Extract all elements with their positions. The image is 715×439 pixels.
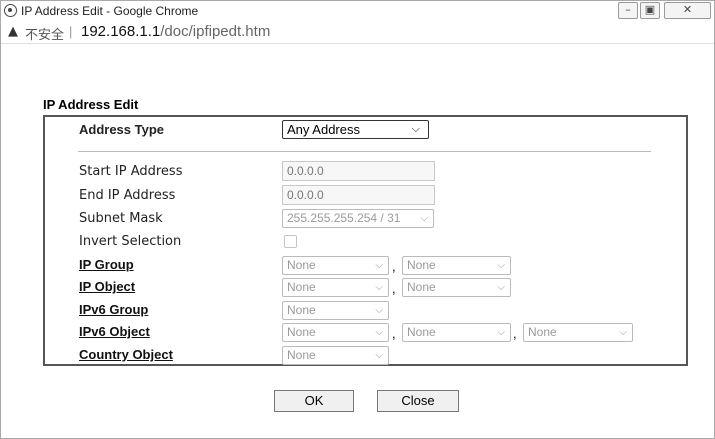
country-object-select[interactable]: None ⌵ <box>282 346 389 365</box>
start-ip-input[interactable]: 0.0.0.0 <box>282 161 435 181</box>
chevron-down-icon: ⌵ <box>420 213 428 224</box>
ip-object-select-2[interactable]: None ⌵ <box>402 278 511 297</box>
chevron-down-icon: ⌵ <box>375 305 383 316</box>
subnet-mask-select[interactable]: 255.255.255.254 / 31 ⌵ <box>282 209 434 228</box>
maximize-icon: ▣ <box>644 3 656 16</box>
ipv6-group-value: None <box>287 303 316 317</box>
chevron-down-icon: ⌵ <box>497 327 505 338</box>
ipv6-object-select-2[interactable]: None ⌵ <box>402 323 511 342</box>
chevron-down-icon: ⌵ <box>375 282 383 293</box>
close-window-button[interactable]: ✕ <box>664 2 711 19</box>
invert-selection-label: Invert Selection <box>79 234 182 249</box>
divider <box>78 151 651 152</box>
minimize-icon: – <box>625 3 631 16</box>
ok-button[interactable]: OK <box>274 390 354 412</box>
ip-object-value-1: None <box>287 280 316 294</box>
chevron-down-icon: ⌵ <box>497 282 505 293</box>
ip-object-value-2: None <box>407 280 436 294</box>
invert-selection-checkbox[interactable] <box>284 235 297 248</box>
country-object-value: None <box>287 348 316 362</box>
subnet-mask-value: 255.255.255.254 / 31 <box>287 211 401 225</box>
chevron-down-icon: ⌵ <box>497 260 505 271</box>
maximize-button[interactable]: ▣ <box>640 2 660 19</box>
ipv6-object-select-3[interactable]: None ⌵ <box>523 323 633 342</box>
ipv6-object-select-1[interactable]: None ⌵ <box>282 323 389 342</box>
url-text[interactable]: 192.168.1.1/doc/ipfipedt.htm <box>81 23 270 40</box>
browser-popup-window: IP Address Edit - Google Chrome – ▣ ✕ ▲ … <box>0 0 715 439</box>
url-path: /doc/ipfipedt.htm <box>160 23 271 40</box>
close-icon: ✕ <box>682 3 693 16</box>
ipv6-object-value-3: None <box>528 325 557 339</box>
address-bar: ▲ 不安全 | 192.168.1.1/doc/ipfipedt.htm <box>1 21 714 44</box>
ipv6-object-value-1: None <box>287 325 316 339</box>
chevron-down-icon: ⌵ <box>375 350 383 361</box>
minimize-button[interactable]: – <box>618 2 638 19</box>
separator: , <box>392 326 396 341</box>
chevron-down-icon: ⌵ <box>619 327 627 338</box>
warning-triangle-icon: ▲ <box>8 24 18 39</box>
ipv6-group-link[interactable]: IPv6 Group <box>79 302 148 317</box>
address-type-value: Any Address <box>287 122 360 137</box>
ip-object-select-1[interactable]: None ⌵ <box>282 278 389 297</box>
end-ip-label: End IP Address <box>79 188 176 203</box>
ipv6-object-link[interactable]: IPv6 Object <box>79 324 150 339</box>
country-object-link[interactable]: Country Object <box>79 347 173 362</box>
ip-group-value-1: None <box>287 258 316 272</box>
start-ip-label: Start IP Address <box>79 164 183 179</box>
section-title: IP Address Edit <box>43 97 139 112</box>
end-ip-input[interactable]: 0.0.0.0 <box>282 185 435 205</box>
ip-object-link[interactable]: IP Object <box>79 279 135 294</box>
ip-group-select-2[interactable]: None ⌵ <box>402 256 511 275</box>
subnet-mask-label: Subnet Mask <box>79 211 163 226</box>
chevron-down-icon: ⌵ <box>375 260 383 271</box>
title-bar: IP Address Edit - Google Chrome – ▣ ✕ <box>1 1 714 21</box>
chevron-down-icon: ⌵ <box>375 327 383 338</box>
address-type-label: Address Type <box>79 122 165 137</box>
chrome-icon <box>4 4 17 17</box>
separator: , <box>392 281 396 296</box>
separator: , <box>513 326 517 341</box>
window-title: IP Address Edit - Google Chrome <box>21 4 199 18</box>
not-secure-label: 不安全 <box>25 28 65 43</box>
close-button[interactable]: Close <box>377 390 459 412</box>
url-host: 192.168.1.1 <box>81 23 161 40</box>
ipv6-object-value-2: None <box>407 325 436 339</box>
address-type-select[interactable]: Any Address ⌵ <box>282 120 429 139</box>
chevron-down-icon: ⌵ <box>411 123 420 135</box>
address-divider: | <box>69 24 73 39</box>
ip-group-link[interactable]: IP Group <box>79 257 134 272</box>
ipv6-group-select[interactable]: None ⌵ <box>282 301 389 320</box>
ip-group-value-2: None <box>407 258 436 272</box>
ip-group-select-1[interactable]: None ⌵ <box>282 256 389 275</box>
separator: , <box>392 259 396 274</box>
